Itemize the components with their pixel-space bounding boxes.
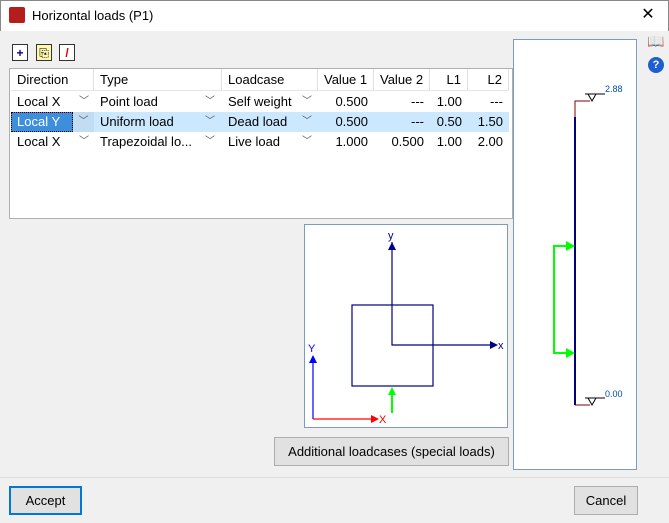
delete-row-button[interactable]: / (59, 44, 75, 61)
value1-cell[interactable]: 1.000 (318, 132, 374, 152)
chevron-down-icon[interactable]: ﹀ (73, 112, 94, 132)
table-row[interactable]: Local X ﹀ Point load ﹀ Self weight ﹀ 0.500 … (11, 92, 509, 112)
chevron-down-icon[interactable]: ﹀ (205, 112, 215, 132)
chevron-down-icon[interactable]: ﹀ (205, 92, 215, 112)
chevron-down-icon[interactable]: ﹀ (79, 92, 89, 112)
window-title: Horizontal loads (P1) (32, 8, 154, 23)
direction-select[interactable]: Local X (11, 132, 73, 152)
loads-table: Direction Type Loadcase Value 1 Value 2 … (9, 68, 513, 219)
header-l1[interactable]: L1 (430, 69, 468, 91)
direction-select[interactable]: Local Y (11, 112, 73, 132)
l2-cell[interactable]: --- (468, 92, 509, 112)
l2-cell[interactable]: 1.50 (468, 112, 509, 132)
manual-icon[interactable]: 📖 (647, 33, 664, 50)
value2-cell[interactable]: --- (374, 112, 430, 132)
header-value2[interactable]: Value 2 (374, 69, 430, 91)
l1-cell[interactable]: 1.00 (430, 132, 468, 152)
header-l2[interactable]: L2 (468, 69, 509, 91)
chevron-down-icon[interactable]: ﹀ (302, 132, 312, 152)
value1-cell[interactable]: 0.500 (318, 92, 374, 112)
type-select[interactable]: Point load (94, 92, 204, 112)
table-row[interactable]: Local X ﹀ Trapezoidal lo... ﹀ Live load ﹀ 1… (11, 132, 509, 152)
loadcase-select[interactable]: Self weight (222, 92, 302, 112)
elevation-panel (513, 39, 637, 470)
additional-loadcases-button[interactable]: Additional loadcases (special loads) (274, 437, 509, 466)
app-icon (9, 7, 25, 23)
close-button[interactable]: ✕ (636, 4, 660, 26)
add-row-button[interactable]: + (12, 44, 28, 61)
chevron-down-icon[interactable]: ﹀ (205, 132, 215, 152)
type-select[interactable]: Uniform load (94, 112, 204, 132)
cancel-button[interactable]: Cancel (574, 486, 638, 515)
header-value1[interactable]: Value 1 (318, 69, 374, 91)
value2-cell[interactable]: 0.500 (374, 132, 430, 152)
table-row-selected[interactable]: Local Y ﹀ Uniform load ﹀ Dead load ﹀ 0.500 … (11, 112, 509, 132)
header-direction[interactable]: Direction (11, 69, 94, 91)
chevron-down-icon[interactable]: ﹀ (79, 132, 89, 152)
type-select[interactable]: Trapezoidal lo... (94, 132, 204, 152)
loadcase-select[interactable]: Dead load (222, 112, 302, 132)
help-icon[interactable]: ? (648, 57, 664, 73)
copy-row-button[interactable]: ⎘ (36, 44, 52, 61)
chevron-down-icon[interactable]: ﹀ (302, 112, 312, 132)
header-loadcase[interactable]: Loadcase (222, 69, 318, 91)
header-type[interactable]: Type (94, 69, 222, 91)
l1-cell[interactable]: 1.00 (430, 92, 468, 112)
footer-divider (0, 477, 669, 478)
l1-cell[interactable]: 0.50 (430, 112, 468, 132)
section-diagram-panel (304, 224, 508, 428)
loadcase-select[interactable]: Live load (222, 132, 302, 152)
chevron-down-icon[interactable]: ﹀ (302, 92, 312, 112)
value2-cell[interactable]: --- (374, 92, 430, 112)
value1-cell[interactable]: 0.500 (318, 112, 374, 132)
accept-button[interactable]: Accept (9, 486, 82, 515)
table-header: Direction Type Loadcase Value 1 Value 2 … (11, 69, 509, 91)
l2-cell[interactable]: 2.00 (468, 132, 509, 152)
direction-select[interactable]: Local X (11, 92, 73, 112)
